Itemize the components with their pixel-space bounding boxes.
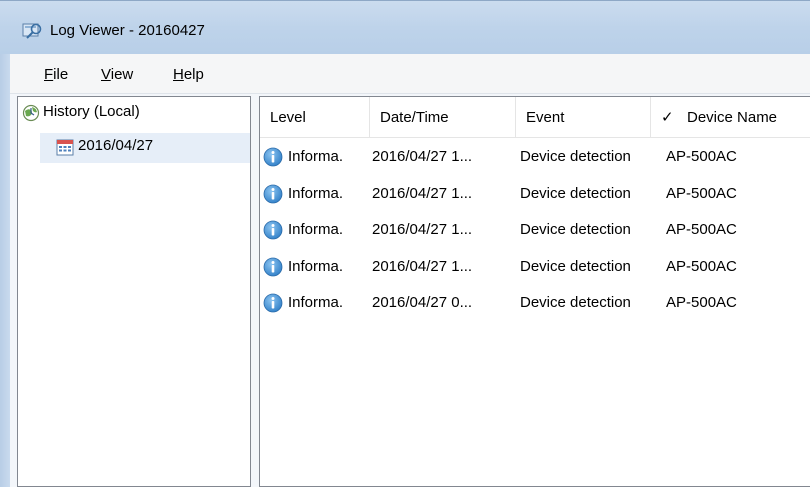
column-header-level-label: Level — [270, 109, 306, 126]
column-header-datetime-label: Date/Time — [380, 109, 449, 126]
table-row[interactable]: Informa. 2016/04/27 1... Device detection A… — [260, 212, 810, 249]
cell-event: Device detection — [520, 221, 631, 238]
cell-datetime: 2016/04/27 1... — [372, 184, 473, 202]
column-header-device-name[interactable]: ✓ Device Name — [651, 97, 810, 137]
menu-help-label: elp — [183, 66, 204, 83]
cell-device-name: AP-500AC — [666, 294, 737, 311]
menu-view[interactable]: View — [101, 66, 133, 83]
cell-level: Informa. — [288, 221, 344, 238]
information-icon — [263, 147, 283, 167]
menu-bar: File View Help — [10, 54, 810, 94]
menu-help[interactable]: Help — [173, 66, 204, 83]
cell-datetime: 2016/04/27 1... — [372, 148, 473, 165]
window-left-frame — [0, 54, 10, 487]
cell-event: Device detection — [520, 257, 631, 275]
window-title: Log Viewer - 20160427 — [50, 22, 205, 39]
information-icon — [263, 220, 283, 240]
table-row[interactable]: Informa. 2016/04/27 1... Device detection A… — [260, 249, 810, 286]
cell-device-name: AP-500AC — [666, 221, 737, 238]
cell-datetime: 2016/04/27 1... — [372, 221, 473, 238]
information-icon — [263, 184, 283, 203]
menu-view-accelerator: V — [101, 66, 111, 83]
cell-level: Informa. — [288, 257, 344, 275]
list-header: Level Date/Time Event ✓ Device Name — [260, 97, 810, 138]
log-viewer-icon — [22, 23, 42, 39]
cell-event: Device detection — [520, 294, 631, 311]
cell-device-name: AP-500AC — [666, 257, 737, 275]
column-check-icon: ✓ — [661, 109, 674, 126]
menu-file-label: ile — [53, 66, 69, 83]
log-viewer-window: Log Viewer - 20160427 File View Help His… — [0, 0, 810, 487]
tree-item-label: History (Local) — [43, 103, 140, 120]
cell-level: Informa. — [288, 148, 344, 165]
column-header-level[interactable]: Level — [260, 97, 370, 137]
menu-view-label: iew — [110, 66, 134, 83]
information-icon — [263, 293, 283, 313]
tree-item-label: 2016/04/27 — [78, 137, 154, 154]
menu-file[interactable]: File — [44, 66, 68, 83]
column-header-device-label: Device Name — [687, 109, 778, 126]
cell-event: Device detection — [520, 184, 631, 202]
menu-help-accelerator: H — [173, 66, 184, 83]
history-globe-icon — [22, 104, 40, 122]
cell-datetime: 2016/04/27 0... — [372, 294, 473, 311]
tree-item-2016-04-27[interactable]: 2016/04/27 — [40, 133, 250, 163]
cell-level: Informa. — [288, 184, 344, 202]
table-row[interactable]: Informa. 2016/04/27 1... Device detection A… — [260, 139, 810, 176]
calendar-icon — [56, 139, 74, 156]
table-row[interactable]: Informa. 2016/04/27 1... Device detection A… — [260, 176, 810, 213]
cell-level: Informa. — [288, 294, 344, 311]
title-bar[interactable]: Log Viewer - 20160427 — [0, 0, 810, 54]
column-header-event-label: Event — [526, 109, 565, 126]
table-row[interactable]: Informa. 2016/04/27 0... Device detection A… — [260, 285, 810, 322]
column-header-datetime[interactable]: Date/Time — [370, 97, 516, 137]
cell-event: Device detection — [520, 148, 631, 165]
information-icon — [263, 257, 283, 276]
tree-item-history-local[interactable]: History (Local) — [18, 99, 250, 129]
menu-file-accelerator: F — [44, 66, 54, 83]
cell-datetime: 2016/04/27 1... — [372, 257, 473, 275]
history-tree[interactable]: History (Local) 2016/04/27 — [17, 96, 251, 487]
column-header-event[interactable]: Event — [516, 97, 651, 137]
cell-device-name: AP-500AC — [666, 148, 737, 165]
cell-device-name: AP-500AC — [666, 184, 737, 202]
log-list[interactable]: Level Date/Time Event ✓ Device Name Infor… — [259, 96, 810, 487]
